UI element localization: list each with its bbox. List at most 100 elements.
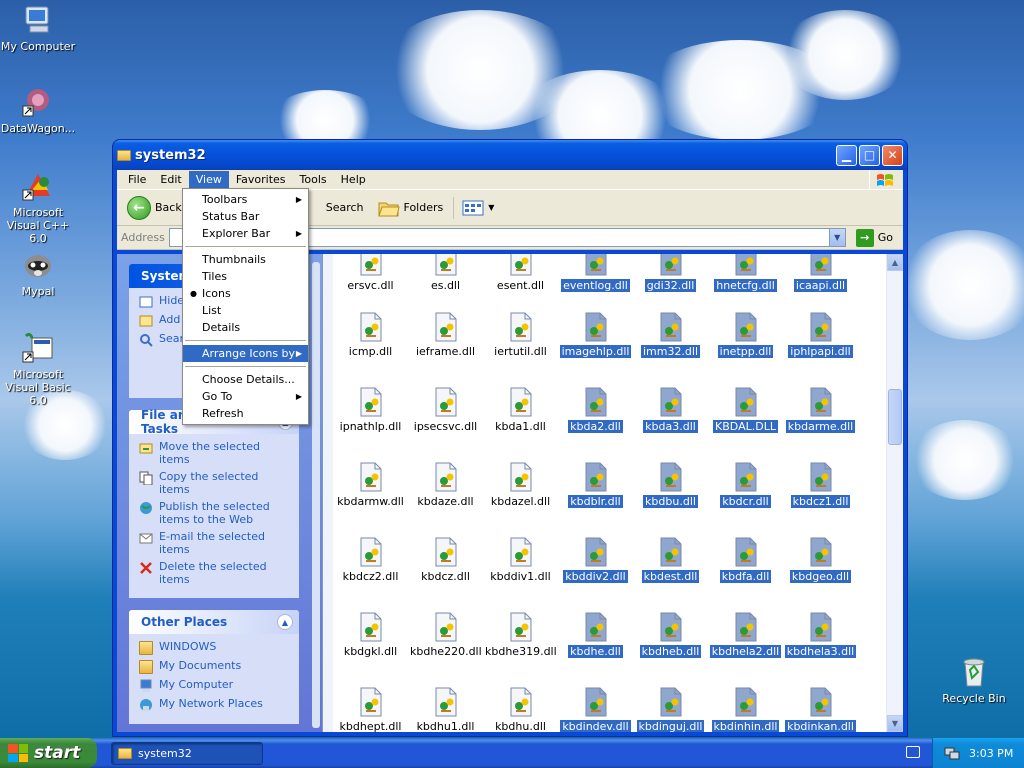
file-item[interactable]: kbddiv2.dll [558, 537, 633, 583]
maximize-button[interactable]: □ [859, 144, 880, 166]
menu-item-go-to[interactable]: Go To ▶ [183, 388, 308, 405]
taskbar-button-system32[interactable]: system32 [111, 741, 263, 765]
scroll-up-icon[interactable]: ▲ [887, 254, 903, 271]
file-item[interactable]: kbdinkan.dll [783, 687, 858, 732]
place-my-computer[interactable]: My Computer [139, 678, 291, 693]
file-item[interactable]: kbdcz2.dll [333, 537, 408, 583]
file-item[interactable]: kbdcz1.dll [783, 462, 858, 508]
file-item[interactable]: kbdazel.dll [483, 462, 558, 508]
back-button[interactable]: ← Back [123, 194, 186, 222]
desktop-icon-datawagon[interactable]: DataWagon... [0, 86, 78, 135]
file-item[interactable]: kbddiv1.dll [483, 537, 558, 583]
file-item[interactable]: ersvc.dll [333, 254, 408, 292]
folders-button[interactable]: Folders [374, 197, 448, 219]
file-item[interactable]: kbdarme.dll [783, 387, 858, 433]
file-item[interactable]: kbdinhin.dll [708, 687, 783, 732]
menu-favorites[interactable]: Favorites [229, 171, 293, 188]
file-item[interactable]: kbdblr.dll [558, 462, 633, 508]
file-item[interactable]: esent.dll [483, 254, 558, 292]
file-item[interactable]: ipnathlp.dll [333, 387, 408, 433]
menu-item-thumbnails[interactable]: Thumbnails [183, 251, 308, 268]
start-button[interactable]: start [0, 738, 97, 768]
desktop-icon-visual-cpp[interactable]: Microsoft Visual C++ 6.0 [0, 170, 78, 245]
file-item[interactable]: kbdheb.dll [633, 612, 708, 658]
clock[interactable]: 3:03 PM [969, 747, 1013, 760]
menu-help[interactable]: Help [334, 171, 373, 188]
desktop-icon-my-computer[interactable]: My Computer [0, 4, 78, 53]
place-windows[interactable]: WINDOWS [139, 640, 291, 655]
desktop-icon-visual-basic[interactable]: Microsoft Visual Basic 6.0 [0, 332, 78, 407]
menu-item-explorer-bar[interactable]: Explorer Bar ▶ [183, 225, 308, 242]
file-item[interactable]: kbdhe319.dll [483, 612, 558, 658]
file-item[interactable]: iphlpapi.dll [783, 312, 858, 358]
file-item[interactable]: ipsecsvc.dll [408, 387, 483, 433]
file-view[interactable]: ersvc.dll es.dll esent.dll eventlog.dll gdi3… [322, 254, 903, 732]
file-item[interactable]: kbdhu.dll [483, 687, 558, 732]
menu-item-status-bar[interactable]: Status Bar [183, 208, 308, 225]
network-tray-icon[interactable] [944, 745, 960, 761]
file-item[interactable]: kbdcz.dll [408, 537, 483, 583]
menu-edit[interactable]: Edit [153, 171, 188, 188]
scroll-down-icon[interactable]: ▼ [887, 715, 903, 732]
file-item[interactable]: kbdhe220.dll [408, 612, 483, 658]
menu-item-details[interactable]: Details [183, 319, 308, 336]
file-item[interactable]: kbdbu.dll [633, 462, 708, 508]
file-item[interactable]: eventlog.dll [558, 254, 633, 292]
file-item[interactable]: icmp.dll [333, 312, 408, 358]
menu-item-arrange-icons-by[interactable]: Arrange Icons by ▶ [183, 345, 308, 362]
place-my-network[interactable]: My Network Places [139, 697, 291, 712]
title-bar[interactable]: system32 ▁ □ ✕ [113, 140, 907, 170]
file-item[interactable]: hnetcfg.dll [708, 254, 783, 292]
file-item[interactable]: imagehlp.dll [558, 312, 633, 358]
file-item[interactable]: kbda3.dll [633, 387, 708, 433]
file-item[interactable]: kbdhu1.dll [408, 687, 483, 732]
minimize-button[interactable]: ▁ [836, 144, 857, 166]
menu-item-toolbars[interactable]: Toolbars ▶ [183, 191, 308, 208]
search-button[interactable]: Search [322, 199, 368, 216]
menu-tools[interactable]: Tools [293, 171, 334, 188]
file-item[interactable]: kbdhe.dll [558, 612, 633, 658]
desktop-icon-recycle-bin[interactable]: Recycle Bin [934, 656, 1014, 705]
file-item[interactable]: kbdgkl.dll [333, 612, 408, 658]
go-button[interactable]: → Go [850, 228, 899, 247]
menu-item-choose-details[interactable]: Choose Details... [183, 371, 308, 388]
file-item[interactable]: kbdgeo.dll [783, 537, 858, 583]
task-pane-scrollbar[interactable] [312, 262, 320, 728]
file-item[interactable]: kbdarmw.dll [333, 462, 408, 508]
task-publish[interactable]: Publish the selected items to the Web [139, 500, 291, 526]
task-delete[interactable]: Delete the selected items [139, 560, 291, 586]
scroll-thumb[interactable] [888, 389, 902, 445]
file-item[interactable]: inetpp.dll [708, 312, 783, 358]
menu-item-list[interactable]: List [183, 302, 308, 319]
views-button[interactable]: ▼ [453, 196, 498, 219]
file-item[interactable]: kbdhept.dll [333, 687, 408, 732]
address-dropdown-icon[interactable]: ▼ [828, 229, 845, 246]
file-item[interactable]: kbdcr.dll [708, 462, 783, 508]
menu-file[interactable]: File [121, 171, 153, 188]
file-item[interactable]: es.dll [408, 254, 483, 292]
file-item[interactable]: kbdhela3.dll [783, 612, 858, 658]
file-item[interactable]: iertutil.dll [483, 312, 558, 358]
menu-view[interactable]: View [188, 171, 229, 188]
file-item[interactable]: kbda1.dll [483, 387, 558, 433]
file-item[interactable]: ieframe.dll [408, 312, 483, 358]
file-item[interactable]: icaapi.dll [783, 254, 858, 292]
desktop-icon-mypal[interactable]: Mypal [0, 249, 78, 298]
menu-item-tiles[interactable]: Tiles [183, 268, 308, 285]
file-item[interactable]: kbdest.dll [633, 537, 708, 583]
file-item[interactable]: kbdinguj.dll [633, 687, 708, 732]
vertical-scrollbar[interactable]: ▲ ▼ [886, 254, 903, 732]
file-item[interactable]: kbdfa.dll [708, 537, 783, 583]
other-places-header[interactable]: Other Places ▲ [129, 610, 299, 634]
file-item[interactable]: kbdindev.dll [558, 687, 633, 732]
keyboard-icon[interactable] [906, 746, 920, 758]
file-item[interactable]: kbdaze.dll [408, 462, 483, 508]
place-my-documents[interactable]: My Documents [139, 659, 291, 674]
menu-item-refresh[interactable]: Refresh [183, 405, 308, 422]
task-move[interactable]: Move the selected items [139, 440, 291, 466]
file-item[interactable]: KBDAL.DLL [708, 387, 783, 433]
chevron-up-icon[interactable]: ▲ [277, 614, 293, 630]
file-item[interactable]: gdi32.dll [633, 254, 708, 292]
file-item[interactable]: kbda2.dll [558, 387, 633, 433]
file-item[interactable]: imm32.dll [633, 312, 708, 358]
